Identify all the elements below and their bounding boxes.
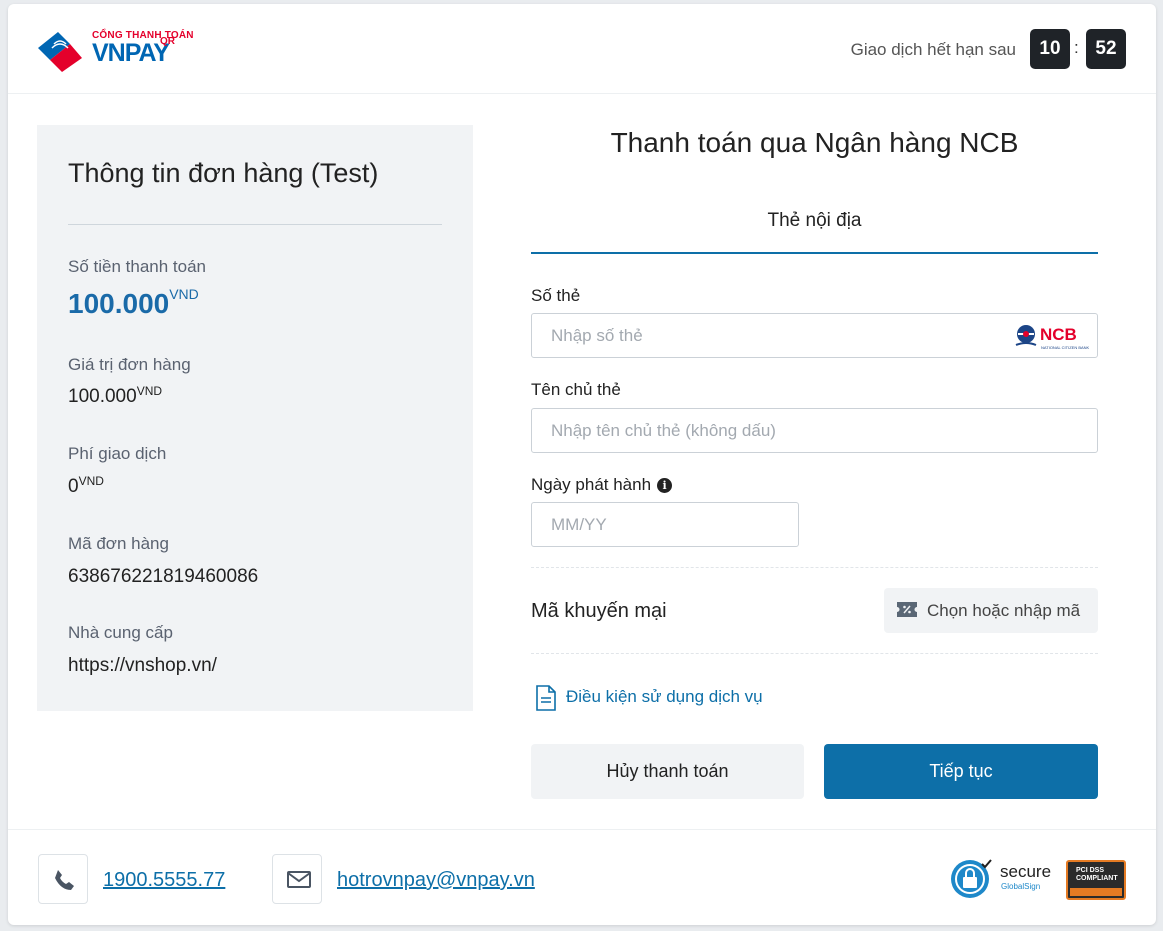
pci-dss-badge: PCI DSS COMPLIANT xyxy=(1066,860,1126,900)
provider-value: https://vnshop.vn/ xyxy=(68,655,217,676)
order-info-panel: Thông tin đơn hàng (Test) Số tiền thanh … xyxy=(37,125,473,711)
logo-qr: QR xyxy=(160,36,175,47)
issue-date-label: Ngày phát hành i xyxy=(531,475,673,495)
timer-minutes: 10 xyxy=(1030,29,1070,69)
phone-icon xyxy=(55,870,74,890)
order-value-currency: VND xyxy=(136,384,163,398)
header: CỔNG THANH TOÁN VNPAY QR Giao dịch hết h… xyxy=(8,4,1156,94)
fee-number: 0 xyxy=(68,476,79,497)
email-link[interactable]: hotrovnpay@vnpay.vn xyxy=(337,869,535,892)
secure-text: secure xyxy=(1000,862,1051,881)
amount-value: 100.000VND xyxy=(68,286,199,320)
ncb-bank-logo: NCB NATIONAL CITIZEN BANK xyxy=(1014,323,1096,351)
card-number-input[interactable] xyxy=(531,313,1098,358)
promo-code-button[interactable]: Chọn hoặc nhập mã xyxy=(884,588,1098,633)
cancel-payment-button[interactable]: Hủy thanh toán xyxy=(531,744,804,799)
info-icon[interactable]: i xyxy=(657,478,673,493)
issue-date-label-text: Ngày phát hành xyxy=(531,475,652,494)
footer: 1900.5555.77 hotrovnpay@vnpay.vn secure … xyxy=(8,829,1156,925)
fee-value: 0VND xyxy=(68,474,104,498)
continue-button[interactable]: Tiếp tục xyxy=(824,744,1098,799)
ticket-icon xyxy=(897,602,917,617)
phone-icon-box xyxy=(38,854,88,904)
vnpay-logo: CỔNG THANH TOÁN VNPAY QR xyxy=(36,28,194,74)
order-id-value: 638676221819460086 xyxy=(68,566,259,587)
timer-seconds: 52 xyxy=(1086,29,1126,69)
email-icon-box xyxy=(272,854,322,904)
timer-colon: : xyxy=(1074,38,1079,57)
payment-title: Thanh toán qua Ngân hàng NCB xyxy=(610,127,1019,158)
fee-currency: VND xyxy=(78,474,104,488)
amount-number: 100.000 xyxy=(68,288,170,319)
globalsign-text: GlobalSign xyxy=(1001,882,1040,891)
order-value: 100.000VND xyxy=(68,384,163,408)
payment-card: CỔNG THANH TOÁN VNPAY QR Giao dịch hết h… xyxy=(8,4,1156,925)
logo-wordmark: VNPAY xyxy=(92,39,170,67)
card-number-label: Số thẻ xyxy=(531,286,581,305)
amount-currency: VND xyxy=(169,286,199,302)
terms-link-text[interactable]: Điều kiện sử dụng dịch vụ xyxy=(566,687,763,707)
mail-icon xyxy=(287,871,311,888)
issue-date-input[interactable] xyxy=(531,502,799,547)
globalsign-secure-badge: secure GlobalSign xyxy=(950,858,1058,900)
tab-domestic-card[interactable]: Thẻ nội địa xyxy=(531,210,1098,254)
order-id-label: Mã đơn hàng xyxy=(68,534,169,553)
divider xyxy=(531,653,1098,654)
divider xyxy=(531,567,1098,568)
ncb-logo-subtext: NATIONAL CITIZEN BANK xyxy=(1041,345,1090,350)
fee-label: Phí giao dịch xyxy=(68,444,167,463)
pci-badge-bar xyxy=(1070,888,1122,896)
expire-label: Giao dịch hết hạn sau xyxy=(850,40,1016,59)
pci-badge-text: PCI DSS COMPLIANT xyxy=(1076,867,1118,882)
provider-label: Nhà cung cấp xyxy=(68,623,173,642)
amount-label: Số tiền thanh toán xyxy=(68,257,207,276)
phone-link[interactable]: 1900.5555.77 xyxy=(103,869,225,892)
order-value-number: 100.000 xyxy=(68,386,137,407)
card-holder-label: Tên chủ thẻ xyxy=(531,380,621,399)
order-value-label: Giá trị đơn hàng xyxy=(68,355,191,374)
ncb-logo-text: NCB xyxy=(1040,325,1077,344)
card-holder-input[interactable] xyxy=(531,408,1098,453)
order-info-divider xyxy=(68,224,442,225)
order-info-title: Thông tin đơn hàng (Test) xyxy=(68,158,379,188)
document-icon xyxy=(536,685,556,711)
promo-label: Mã khuyến mại xyxy=(531,600,667,622)
vnpay-logo-icon xyxy=(38,32,82,72)
promo-code-button-label: Chọn hoặc nhập mã xyxy=(927,601,1081,620)
